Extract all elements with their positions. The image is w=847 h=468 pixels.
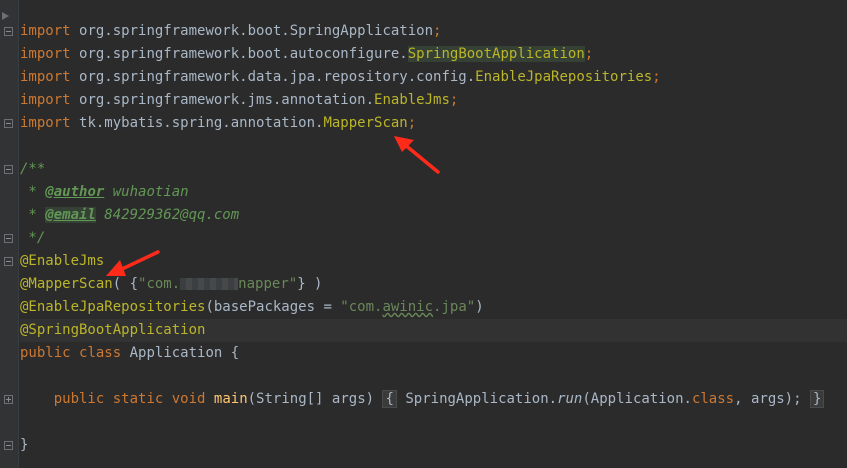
method-params: (String[] args) [247,391,383,407]
folded-brace[interactable]: } [809,390,825,408]
package-path: org.springframework.data.jpa.repository.… [79,69,476,85]
semicolon: ; [433,23,442,39]
annotation-line: @SpringBootApplication [20,319,847,342]
keyword: import [20,92,71,108]
package-path: tk.mybatis.spring.annotation. [79,115,324,131]
annotation-args: (basePackages = [205,299,341,315]
brace: { [222,345,240,361]
semicolon: ; [449,92,459,108]
annotation-args: ( { [112,276,139,292]
call-target: SpringApplication. [396,391,558,407]
string-literal: "com. [340,299,383,315]
string-literal: awinic [382,299,434,315]
main-method-line: public static void main(String[] args) {… [20,388,847,411]
javadoc-open: /** [20,161,46,177]
keyword: class [79,345,122,361]
keyword: public [53,391,105,407]
fold-toggle-icon[interactable] [4,165,13,174]
annotation-line: @EnableJpaRepositories(basePackages = "c… [20,296,847,319]
call-args: , args); [734,391,810,407]
class-name: SpringBootApplication [407,46,585,62]
keyword: import [20,46,71,62]
keyword: import [20,23,71,39]
keyword: void [171,391,206,407]
annotation-line: @EnableJms [20,253,105,269]
package-path: org.springframework.boot. [79,23,290,39]
method-call: run [557,391,583,407]
import-line: import org.springframework.boot.SpringAp… [20,20,847,43]
package-path: org.springframework.boot.autoconfigure. [79,46,408,62]
redacted-text [180,278,239,290]
doc-prefix: * [20,207,46,223]
class-closing-brace: } [20,437,29,453]
doc-value: wuhaotian [104,184,189,200]
annotation-name: @EnableJpaRepositories [20,299,206,315]
fold-toggle-icon[interactable] [4,441,13,450]
class-name: SpringApplication [289,23,434,39]
keyword: import [20,69,71,85]
class-name: Application [129,345,223,361]
fold-toggle-icon[interactable] [4,27,13,36]
annotation-line: @MapperScan( {"com. napper"} ) [20,273,847,296]
scroll-marker-icon [2,12,9,20]
import-line: import org.springframework.jms.annotatio… [20,89,847,112]
package-path: org.springframework.jms.annotation. [79,92,375,108]
doc-value: 842929362@qq.com [95,207,240,223]
fold-expand-icon[interactable] [4,395,13,404]
method-name: main [213,391,248,407]
javadoc-close: */ [20,230,46,246]
import-line: import org.springframework.boot.autoconf… [20,43,847,66]
class-name: MapperScan [323,115,408,131]
gutter-separator [18,0,19,468]
class-name: EnableJpaRepositories [475,69,653,85]
annotation-args: } ) [297,276,323,292]
annotation-args: ) [475,299,484,315]
doc-tag: @email [45,207,96,223]
class-declaration: public class Application { [20,342,847,365]
fold-toggle-icon[interactable] [4,119,13,128]
import-line: import org.springframework.data.jpa.repo… [20,66,847,89]
fold-toggle-icon[interactable] [4,234,13,243]
semicolon: ; [652,69,661,85]
call-args: (Application. [582,391,692,407]
javadoc-email: * @email 842929362@qq.com [20,204,847,227]
semicolon: ; [407,115,417,131]
keyword: import [20,115,71,131]
code-editor[interactable]: import org.springframework.boot.SpringAp… [20,20,847,457]
javadoc-author: * @author wuhaotian [20,181,847,204]
doc-tag: @author [45,184,105,200]
keyword: public [20,345,71,361]
fold-toggle-icon[interactable] [4,257,13,266]
semicolon: ; [584,46,594,62]
string-literal: napper" [238,276,298,292]
keyword: class [691,391,735,407]
string-literal: "com. [138,276,181,292]
import-line: import tk.mybatis.spring.annotation.Mapp… [20,112,847,135]
doc-prefix: * [20,184,46,200]
annotation-name: @MapperScan [20,276,113,292]
class-name: EnableJms [374,92,450,108]
folded-brace[interactable]: { [382,390,397,408]
string-literal: .jpa" [433,299,476,315]
keyword: static [112,391,164,407]
